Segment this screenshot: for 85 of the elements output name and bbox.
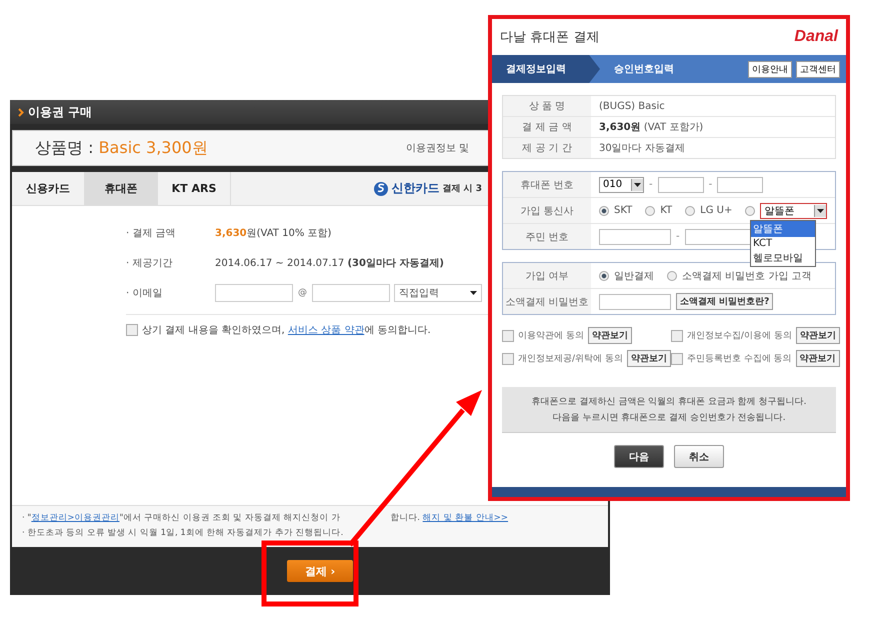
summary-value: (BUGS) Basic	[598, 100, 665, 112]
summary-label: 제 공 기 간	[503, 138, 591, 158]
note-text: · "정보관리>이용권관리"에서 구매하신 이용권 조회 및 자동결제 해지신청이 가	[22, 512, 340, 524]
email-id-field[interactable]	[215, 284, 293, 302]
form-label: 휴대폰 번호	[503, 172, 591, 197]
consent-checkbox[interactable]	[670, 352, 683, 364]
consent-label: 주민등록번호 수집에 동의	[686, 353, 792, 365]
summary-label: 결 제 금 액	[503, 117, 591, 137]
membership-label: 일반결제	[614, 270, 654, 282]
header-button[interactable]: 고객센터	[796, 60, 840, 78]
view-terms-button[interactable]: 약관보기	[588, 327, 632, 344]
dropdown-option[interactable]: 알뜰폰	[751, 220, 815, 236]
carrier-radio[interactable]	[645, 206, 656, 216]
chevron-icon	[18, 108, 24, 116]
dash: -	[649, 179, 653, 190]
agreement-text: 상기 결제 내용을 확인하였으며, 서비스 상품 약관에 동의합니다.	[142, 324, 431, 337]
membership-radio[interactable]	[599, 270, 609, 280]
card-logo-icon	[374, 182, 388, 196]
dropdown-caret-icon	[634, 182, 641, 186]
form-label: 가입 통신사	[503, 198, 591, 223]
dash: -	[708, 179, 712, 190]
form-label: 주민 번호	[503, 224, 591, 249]
dash: -	[676, 231, 680, 242]
at-sign: @	[298, 288, 307, 298]
note-text: · 한도초과 등의 오류 발생 시 익월 1일, 1회에 한해 자동결제가 추가 진행됩니다.	[22, 527, 344, 539]
notice-text: 다음을 누르시면 휴대폰으로 결제 승인번호가 전송됩니다.	[552, 412, 786, 424]
carrier-radio[interactable]	[745, 206, 756, 216]
prefix-select[interactable]: 010	[599, 176, 644, 192]
view-terms-button[interactable]: 약관보기	[796, 350, 840, 367]
view-terms-button[interactable]: 약관보기	[626, 350, 671, 367]
consent-checkbox[interactable]	[502, 330, 514, 342]
step-indicator: 결제정보입력	[492, 55, 600, 83]
step-indicator: 승인번호입력	[613, 63, 675, 77]
field-value: 3,630원(VAT 10% 포함)	[215, 227, 332, 240]
dropdown-caret-icon	[470, 291, 477, 295]
brand-logo: Danal	[794, 28, 838, 46]
summary-value: 30일마다 자동결제	[598, 142, 685, 155]
carrier-label: SKT	[614, 205, 632, 216]
header-button[interactable]: 이용안내	[748, 60, 792, 78]
window-title: 이용권 구매	[28, 104, 92, 120]
product-name: Basic 3,300원	[98, 138, 208, 156]
promo-note: 결제 시 3	[442, 183, 482, 195]
dropdown-caret-icon	[817, 208, 824, 212]
id-front-field[interactable]	[599, 228, 671, 244]
form-label: 가입 여부	[503, 263, 591, 288]
phone-middle-field[interactable]	[658, 176, 704, 192]
phone-last-field[interactable]	[717, 176, 764, 192]
summary-value: 3,630원 (VAT 포함가)	[598, 121, 704, 134]
email-domain-field[interactable]	[312, 284, 390, 302]
field-label: · 제공기간	[126, 257, 174, 270]
note-text: 합니다. 해지 및 환불 안내>>	[390, 512, 508, 524]
manage-link[interactable]: 정보관리>이용권관리	[31, 513, 120, 523]
mvno-select[interactable]: 알뜰폰	[760, 202, 828, 218]
password-field[interactable]	[599, 294, 671, 310]
next-button[interactable]: 다음	[614, 445, 664, 468]
domain-select[interactable]: 직접입력	[394, 284, 482, 302]
form-label: 소액결제 비밀번호	[503, 289, 591, 314]
carrier-label: LG U+	[700, 205, 732, 216]
consent-label: 개인정보제공/위탁에 동의	[518, 353, 623, 365]
membership-radio[interactable]	[667, 270, 677, 280]
carrier-radio[interactable]	[599, 206, 609, 216]
promo-card-name: 신한카드	[391, 180, 440, 197]
terms-link[interactable]: 서비스 상품 약관	[288, 325, 364, 336]
carrier-label: KT	[660, 205, 672, 216]
product-label: 상품명 :	[35, 138, 94, 156]
membership-label: 소액결제 비밀번호 가입 고객	[682, 270, 812, 282]
carrier-radio[interactable]	[685, 206, 696, 216]
summary-label: 상 품 명	[503, 96, 591, 116]
view-terms-button[interactable]: 약관보기	[796, 327, 840, 344]
consent-checkbox[interactable]	[502, 352, 514, 364]
agree-checkbox[interactable]	[126, 324, 138, 336]
consent-label: 이용약관에 동의	[518, 330, 584, 342]
field-value: 2014.06.17 ~ 2014.07.17 (30일마다 자동결제)	[215, 257, 444, 270]
field-label: · 이메일	[126, 287, 164, 300]
password-help-button[interactable]: 소액결제 비밀번호란?	[676, 293, 774, 310]
info-link[interactable]: 이용권정보 및	[406, 141, 469, 155]
payment-tab[interactable]: 휴대폰	[85, 172, 158, 205]
field-label: · 결제 금액	[126, 227, 177, 240]
notice-text: 휴대폰으로 결제하신 금액은 익월의 휴대폰 요금과 함께 청구됩니다.	[532, 396, 806, 408]
consent-label: 개인정보수집/이용에 동의	[686, 330, 792, 342]
popup-title: 다날 휴대폰 결제	[500, 29, 600, 46]
cancel-button[interactable]: 취소	[674, 445, 724, 468]
refund-guide-link[interactable]: 해지 및 환불 안내>>	[422, 513, 508, 523]
dropdown-option[interactable]: KCT	[751, 236, 815, 250]
consent-checkbox[interactable]	[670, 330, 683, 342]
